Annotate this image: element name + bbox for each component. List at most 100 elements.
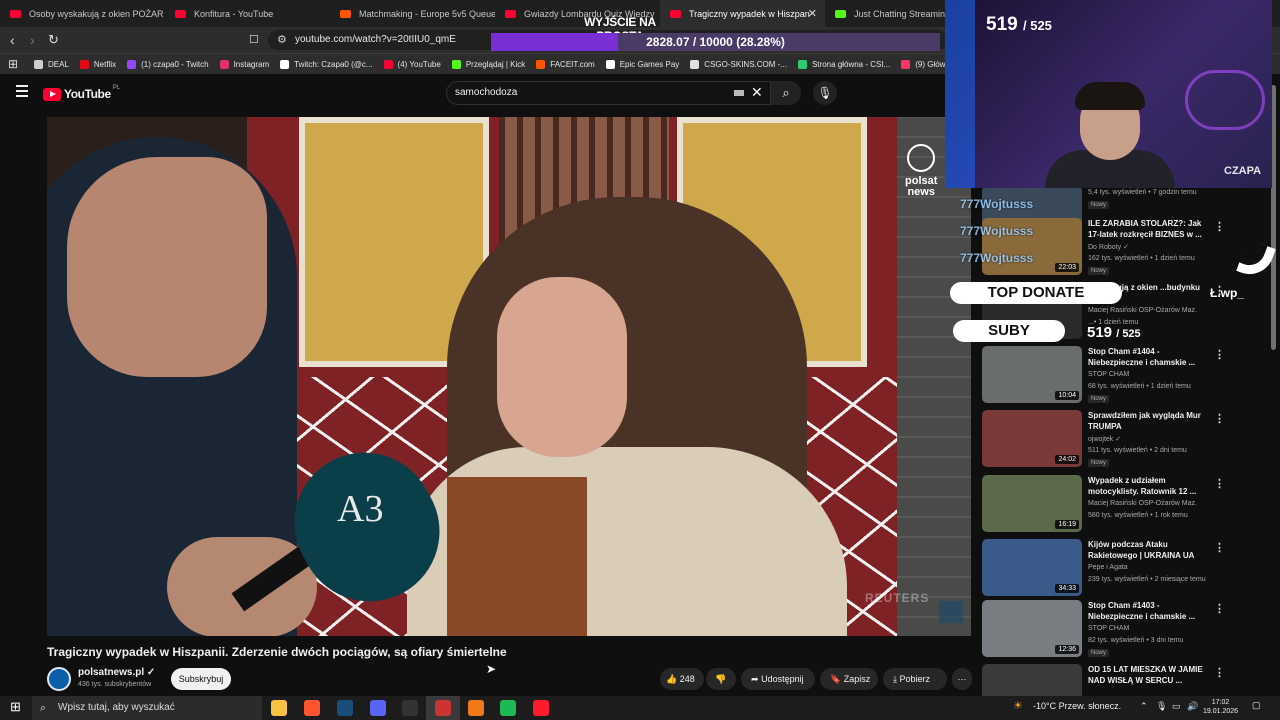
download-icon: ⤓: [893, 674, 897, 684]
recommended-video-title[interactable]: Wypadek z udziałem motocyklisty. Ratowni…: [1088, 475, 1206, 497]
recommended-video-title[interactable]: Kijów podczas Ataku Rakietowego | UKRAIN…: [1088, 539, 1206, 561]
youtube-logo[interactable]: YouTube PL: [43, 85, 120, 101]
recommended-video-channel[interactable]: Do Roboty ✓: [1088, 243, 1129, 251]
bookmark-item[interactable]: CSGO-SKINS.COM -...: [690, 59, 787, 69]
browser-tab[interactable]: Konfitura - YouTube: [165, 0, 330, 27]
windows-start-icon[interactable]: ⊞: [10, 699, 21, 715]
more-actions-button[interactable]: ⋯: [952, 668, 972, 690]
recommended-video-title[interactable]: Sprawdziłem jak wygląda Mur TRUMPA: [1088, 410, 1206, 432]
browser-tab[interactable]: Tragiczny wypadek w Hiszpan ✕: [660, 0, 825, 27]
video-thumbnail[interactable]: 24:02: [982, 410, 1082, 467]
bookmark-item[interactable]: Strona główna - CSI...: [797, 59, 890, 69]
volume-icon[interactable]: 🔊: [1187, 701, 1198, 712]
channel-avatar[interactable]: [47, 667, 71, 691]
webcam-scene-hair: [1075, 82, 1145, 110]
video-player[interactable]: A3 polsat news REUTERS: [47, 117, 971, 636]
channel-name[interactable]: polsatnews.pl ✓: [78, 667, 155, 678]
video-duration: 12:36: [1055, 645, 1079, 654]
site-info-icon[interactable]: ⚙: [277, 30, 287, 50]
recommended-video-title[interactable]: ILE ZARABIA STOLARZ?: Jak 17-latek rozkr…: [1088, 218, 1206, 240]
voice-search-button[interactable]: 🎙: [813, 81, 837, 105]
bookmark-item[interactable]: Twitch: Czapa0 (@c...: [280, 59, 373, 69]
clear-search-icon[interactable]: ✕: [751, 84, 763, 101]
recommended-video-channel[interactable]: Pepe i Agata: [1088, 564, 1128, 571]
recommended-video[interactable]: 24:02 Sprawdziłem jak wygląda Mur TRUMPA o…: [982, 410, 1232, 470]
browser-tab[interactable]: Osoby wyskakują z okien POŻAR: [0, 0, 165, 27]
share-button[interactable]: ➦ Udostępnij: [741, 668, 815, 690]
taskbar-app-app-orange-icon[interactable]: [468, 700, 484, 716]
recommended-video[interactable]: 10:04 Stop Cham #1404 - Niebezpieczne i c…: [982, 346, 1232, 406]
taskbar: ⊞ ⌕ Wpisz tutaj, aby wyszukać ☀ -10°C Pr…: [0, 696, 1280, 720]
recommended-video-channel[interactable]: Maciej Rasiński OSP-Ożarów Maz.: [1088, 500, 1197, 507]
network-icon[interactable]: ▭: [1172, 701, 1181, 712]
search-button[interactable]: ⌕: [771, 81, 801, 105]
recommended-video-channel[interactable]: STOP CHAM: [1088, 625, 1129, 632]
webcam-scene-led: [945, 0, 975, 188]
recommended-video[interactable]: 12:36 Stop Cham #1403 - Niebezpieczne i c…: [982, 600, 1232, 660]
apps-grid-icon[interactable]: ⊞: [8, 57, 18, 71]
back-icon[interactable]: ‹: [10, 31, 15, 49]
bookmark-item[interactable]: DEAL: [34, 59, 69, 69]
chat-alert-name: 777Wojtusss: [960, 224, 1034, 238]
branding-icon[interactable]: [939, 601, 963, 623]
more-options-icon[interactable]: ⋮: [1214, 541, 1225, 554]
download-button[interactable]: ⤓ Pobierz: [883, 668, 947, 690]
search-icon: ⌕: [782, 85, 790, 100]
video-thumbnail[interactable]: 10:04: [982, 346, 1082, 403]
bookmark-item[interactable]: Netflix: [79, 59, 116, 69]
taskbar-app-discord-icon[interactable]: [370, 700, 386, 716]
taskbar-search[interactable]: ⌕ Wpisz tutaj, aby wyszukać: [32, 696, 262, 720]
recommended-video-channel[interactable]: STOP CHAM: [1088, 371, 1129, 378]
recommended-video-views: 162 tys. wyświetleń • 1 dzień temu: [1088, 255, 1195, 262]
like-button[interactable]: 👍 248: [660, 668, 704, 690]
taskbar-app-explorer-icon[interactable]: [271, 700, 287, 716]
taskbar-app-opera-icon[interactable]: [533, 700, 549, 716]
recommended-video-title[interactable]: OD 15 LAT MIESZKA W JAMIE NAD WISŁĄ W SE…: [1088, 664, 1206, 686]
taskbar-app-obs-icon[interactable]: [435, 700, 451, 716]
bookmark-icon[interactable]: ☐: [249, 31, 259, 49]
more-options-icon[interactable]: ⋮: [1214, 412, 1225, 425]
tab-favicon-icon: [10, 9, 21, 18]
tray-chevron-icon[interactable]: ⌃: [1140, 701, 1148, 712]
close-tab-icon[interactable]: ✕: [808, 7, 817, 20]
taskbar-app-brave-icon[interactable]: [304, 700, 320, 716]
recommended-video-title[interactable]: Stop Cham #1404 - Niebezpieczne i chamsk…: [1088, 346, 1206, 368]
dislike-button[interactable]: 👎: [706, 668, 736, 690]
video-thumbnail[interactable]: 16:19: [982, 475, 1082, 532]
more-options-icon[interactable]: ⋮: [1214, 348, 1225, 361]
bookmark-item[interactable]: FACEIT.com: [536, 59, 595, 69]
clock[interactable]: 17:02 19.01.2026: [1203, 698, 1238, 716]
notifications-icon[interactable]: ▢: [1252, 700, 1261, 711]
forward-icon[interactable]: ›: [30, 31, 35, 49]
video-thumbnail[interactable]: 34:33: [982, 539, 1082, 596]
more-options-icon[interactable]: ⋮: [1214, 666, 1225, 679]
recommended-video-title[interactable]: Stop Cham #1403 - Niebezpieczne i chamsk…: [1088, 600, 1206, 622]
keyboard-icon[interactable]: [734, 90, 744, 96]
bookmark-item[interactable]: Epic Games Pay: [605, 59, 679, 69]
menu-icon[interactable]: [16, 85, 28, 100]
bookmark-item[interactable]: (4) YouTube: [383, 59, 441, 69]
reload-icon[interactable]: ↻: [48, 31, 59, 49]
bookmark-item[interactable]: (1) czapa0 - Twitch: [127, 59, 209, 69]
save-button[interactable]: 🔖 Zapisz: [820, 668, 878, 690]
recommended-video-channel[interactable]: Maciej Rasiński OSP-Ożarów Maz.: [1088, 307, 1197, 314]
weather-text[interactable]: -10°C Przew. słonecz.: [1033, 701, 1121, 711]
bookmark-item[interactable]: Instagram: [219, 59, 269, 69]
more-options-icon[interactable]: ⋮: [1214, 220, 1225, 233]
search-input[interactable]: samochodoza: [446, 81, 771, 105]
taskbar-app-epic-icon[interactable]: [402, 700, 418, 716]
subscribe-button[interactable]: Subskrybuj: [171, 668, 231, 690]
taskbar-app-steam-icon[interactable]: [337, 700, 353, 716]
streamer-name: CZAPA: [1224, 165, 1262, 177]
bookmark-item[interactable]: Przeglądaj | Kick: [451, 59, 525, 69]
clock-time: 17:02: [1211, 699, 1230, 706]
recommended-video[interactable]: 16:19 Wypadek z udziałem motocyklisty. Ra…: [982, 475, 1232, 535]
more-options-icon[interactable]: ⋮: [1214, 602, 1225, 615]
recommended-video[interactable]: 34:33 Kijów podczas Ataku Rakietowego | U…: [982, 539, 1232, 599]
browser-tab[interactable]: Matchmaking - Europe 5v5 Queue -: [330, 0, 495, 27]
more-options-icon[interactable]: ⋮: [1214, 477, 1225, 490]
recommended-video-channel[interactable]: ojwojtek ✓: [1088, 435, 1121, 443]
taskbar-app-spotify-icon[interactable]: [500, 700, 516, 716]
microphone-tray-icon[interactable]: 🎙: [1156, 701, 1167, 712]
video-thumbnail[interactable]: 12:36: [982, 600, 1082, 657]
